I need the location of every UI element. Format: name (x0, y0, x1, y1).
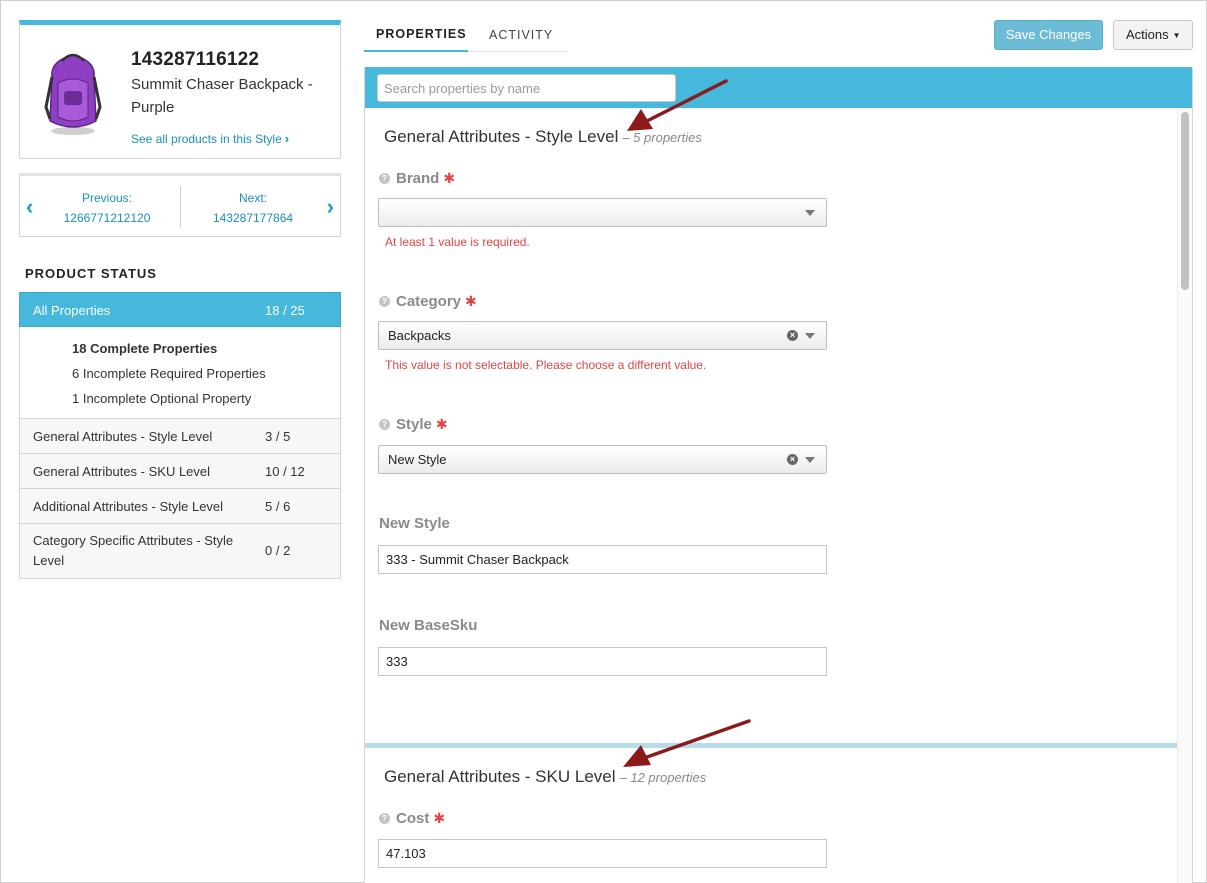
category-select[interactable]: Backpacks × (378, 321, 827, 350)
product-card: 143287116122 Summit Chaser Backpack - Pu… (19, 20, 341, 159)
new-style-label: New Style (379, 515, 450, 532)
status-item-count: 3 / 5 (265, 429, 291, 444)
style-select-value: New Style (388, 452, 447, 467)
product-image (44, 53, 102, 135)
status-item-label: Additional Attributes - Style Level (33, 499, 224, 514)
previous-label: Previous: (81, 191, 133, 205)
clear-icon[interactable]: × (787, 454, 798, 465)
section-title-text: General Attributes - Style Level (384, 127, 619, 146)
next-value: 143287177864 (212, 211, 294, 225)
status-item-count: 0 / 2 (265, 543, 291, 558)
dropdown-caret-icon (805, 457, 815, 463)
app-window: 143287116122 Summit Chaser Backpack - Pu… (0, 0, 1207, 883)
brand-label-text: Brand (396, 170, 440, 187)
help-icon[interactable]: ? (379, 296, 390, 307)
help-icon[interactable]: ? (379, 173, 390, 184)
style-select[interactable]: New Style × (378, 445, 827, 474)
status-item-category-specific[interactable]: Category Specific Attributes - Style Lev… (20, 524, 340, 579)
brand-select[interactable] (378, 198, 827, 227)
required-asterisk-icon: ✱ (435, 416, 448, 432)
chevron-right-icon: › (284, 131, 290, 146)
see-all-style-link[interactable]: See all products in this Style › (131, 131, 289, 146)
status-item-count: 5 / 6 (265, 499, 291, 514)
search-input[interactable] (377, 74, 676, 102)
section-title-general-style: General Attributes - Style Level – 5 prop… (384, 127, 702, 147)
pager-divider (180, 186, 181, 228)
properties-panel: General Attributes - Style Level– 5 prop… (364, 67, 1193, 883)
category-select-value: Backpacks (388, 328, 451, 343)
product-status-heading: PRODUCT STATUS (25, 266, 157, 281)
next-product-link[interactable]: Next: 143287177864 (183, 188, 323, 228)
new-basesku-label: New BaseSku (379, 617, 478, 634)
status-item-additional-style[interactable]: Additional Attributes - Style Level 5 / … (20, 489, 340, 524)
product-pager: ‹ Previous: 1266771212120 Next: 14328717… (19, 173, 341, 237)
previous-value: 1266771212120 (63, 211, 151, 225)
summary-incomplete-optional: 1 Incomplete Optional Property (72, 391, 252, 406)
cost-field[interactable]: 47.103 (378, 839, 827, 868)
status-item-label: All Properties (33, 303, 111, 318)
dropdown-caret-icon (805, 210, 815, 216)
status-item-general-style[interactable]: General Attributes - Style Level 3 / 5 (20, 419, 340, 454)
previous-product-link[interactable]: Previous: 1266771212120 (37, 188, 177, 228)
chevron-right-icon[interactable]: › (327, 194, 334, 220)
actions-label: Actions (1126, 27, 1169, 42)
category-label-text: Category (396, 293, 462, 310)
next-label: Next: (238, 191, 267, 205)
chevron-left-icon[interactable]: ‹ (26, 194, 33, 220)
category-error: This value is not selectable. Please cho… (385, 358, 707, 372)
scrollbar-thumb[interactable] (1181, 112, 1189, 290)
caret-down-icon: ▼ (1172, 30, 1181, 40)
save-changes-button[interactable]: Save Changes (994, 20, 1103, 50)
cost-label-text: Cost (396, 810, 430, 827)
required-asterisk-icon: ✱ (433, 810, 446, 826)
help-icon[interactable]: ? (379, 813, 390, 824)
help-icon[interactable]: ? (379, 419, 390, 430)
summary-incomplete-required: 6 Incomplete Required Properties (72, 366, 266, 381)
required-asterisk-icon: ✱ (443, 170, 456, 186)
summary-complete: 18 Complete Properties (72, 341, 218, 356)
clear-icon[interactable]: × (787, 330, 798, 341)
status-item-label: General Attributes - Style Level (33, 429, 213, 444)
new-style-field[interactable]: 333 - Summit Chaser Backpack (378, 545, 827, 574)
category-label: ? Category ✱ (379, 293, 477, 310)
status-item-label: General Attributes - SKU Level (33, 464, 211, 479)
section-property-count: – 5 properties (622, 130, 702, 145)
actions-button[interactable]: Actions ▼ (1113, 20, 1193, 50)
required-asterisk-icon: ✱ (465, 293, 477, 309)
style-label: ? Style ✱ (379, 416, 448, 433)
dropdown-caret-icon (805, 333, 815, 339)
tab-activity[interactable]: ACTIVITY (468, 23, 568, 52)
status-item-count: 10 / 12 (265, 464, 305, 479)
status-summary: 18 Complete Properties 6 Incomplete Requ… (19, 327, 341, 419)
style-label-text: Style (396, 416, 432, 433)
status-list: General Attributes - Style Level 3 / 5 G… (19, 418, 341, 579)
new-basesku-field[interactable]: 333 (378, 647, 827, 676)
section-property-count: – 12 properties (619, 770, 707, 785)
section-title-general-sku: General Attributes - SKU Level – 12 prope… (384, 767, 706, 787)
status-item-label: Category Specific Attributes - Style Lev… (33, 533, 234, 568)
see-all-style-label: See all products in this Style (131, 132, 282, 146)
tab-properties[interactable]: PROPERTIES (364, 23, 468, 52)
section-title-text: General Attributes - SKU Level (384, 767, 616, 786)
status-item-all-properties[interactable]: All Properties 18 / 25 (19, 292, 341, 327)
brand-error: At least 1 value is required. (385, 235, 530, 249)
product-id: 143287116122 (131, 49, 260, 70)
product-name: Summit Chaser Backpack - Purple (131, 76, 313, 116)
search-bar (365, 67, 1192, 108)
cost-label: ? Cost ✱ (379, 810, 445, 827)
brand-label: ? Brand ✱ (379, 170, 455, 187)
status-item-general-sku[interactable]: General Attributes - SKU Level 10 / 12 (20, 454, 340, 489)
status-item-count: 18 / 25 (265, 303, 305, 318)
